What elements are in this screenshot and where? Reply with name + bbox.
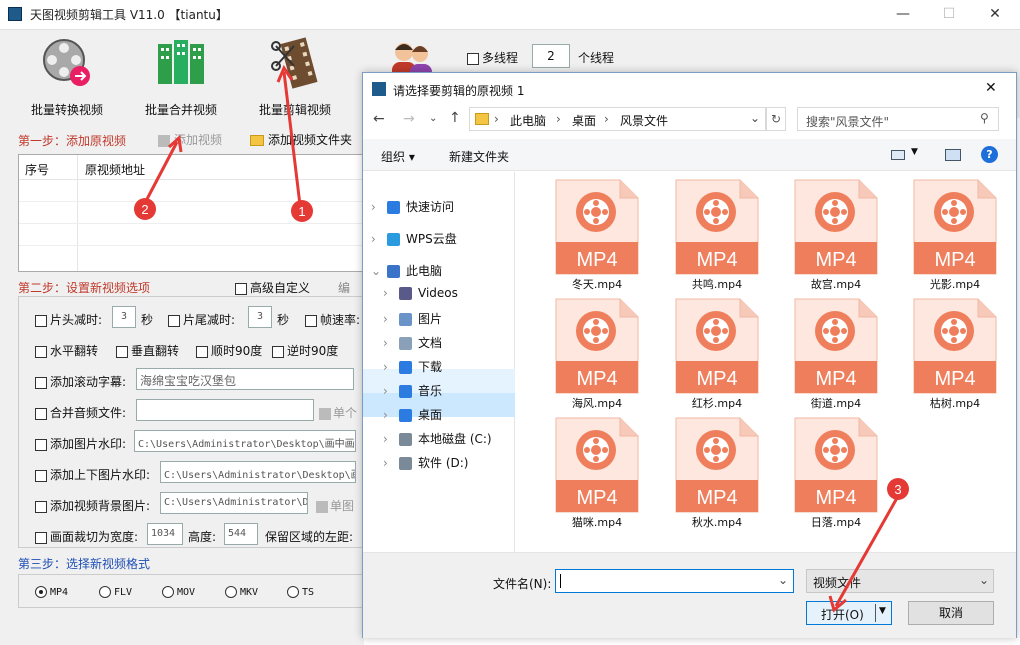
- annotation-2: 2: [141, 202, 148, 217]
- annotation-layer: 1 2 3: [134, 64, 909, 613]
- annotation-3: 3: [894, 482, 901, 497]
- arrow-2: [144, 141, 179, 202]
- arrow-1: [282, 71, 302, 206]
- annotation-1: 1: [298, 204, 305, 219]
- arrow-3: [834, 497, 899, 607]
